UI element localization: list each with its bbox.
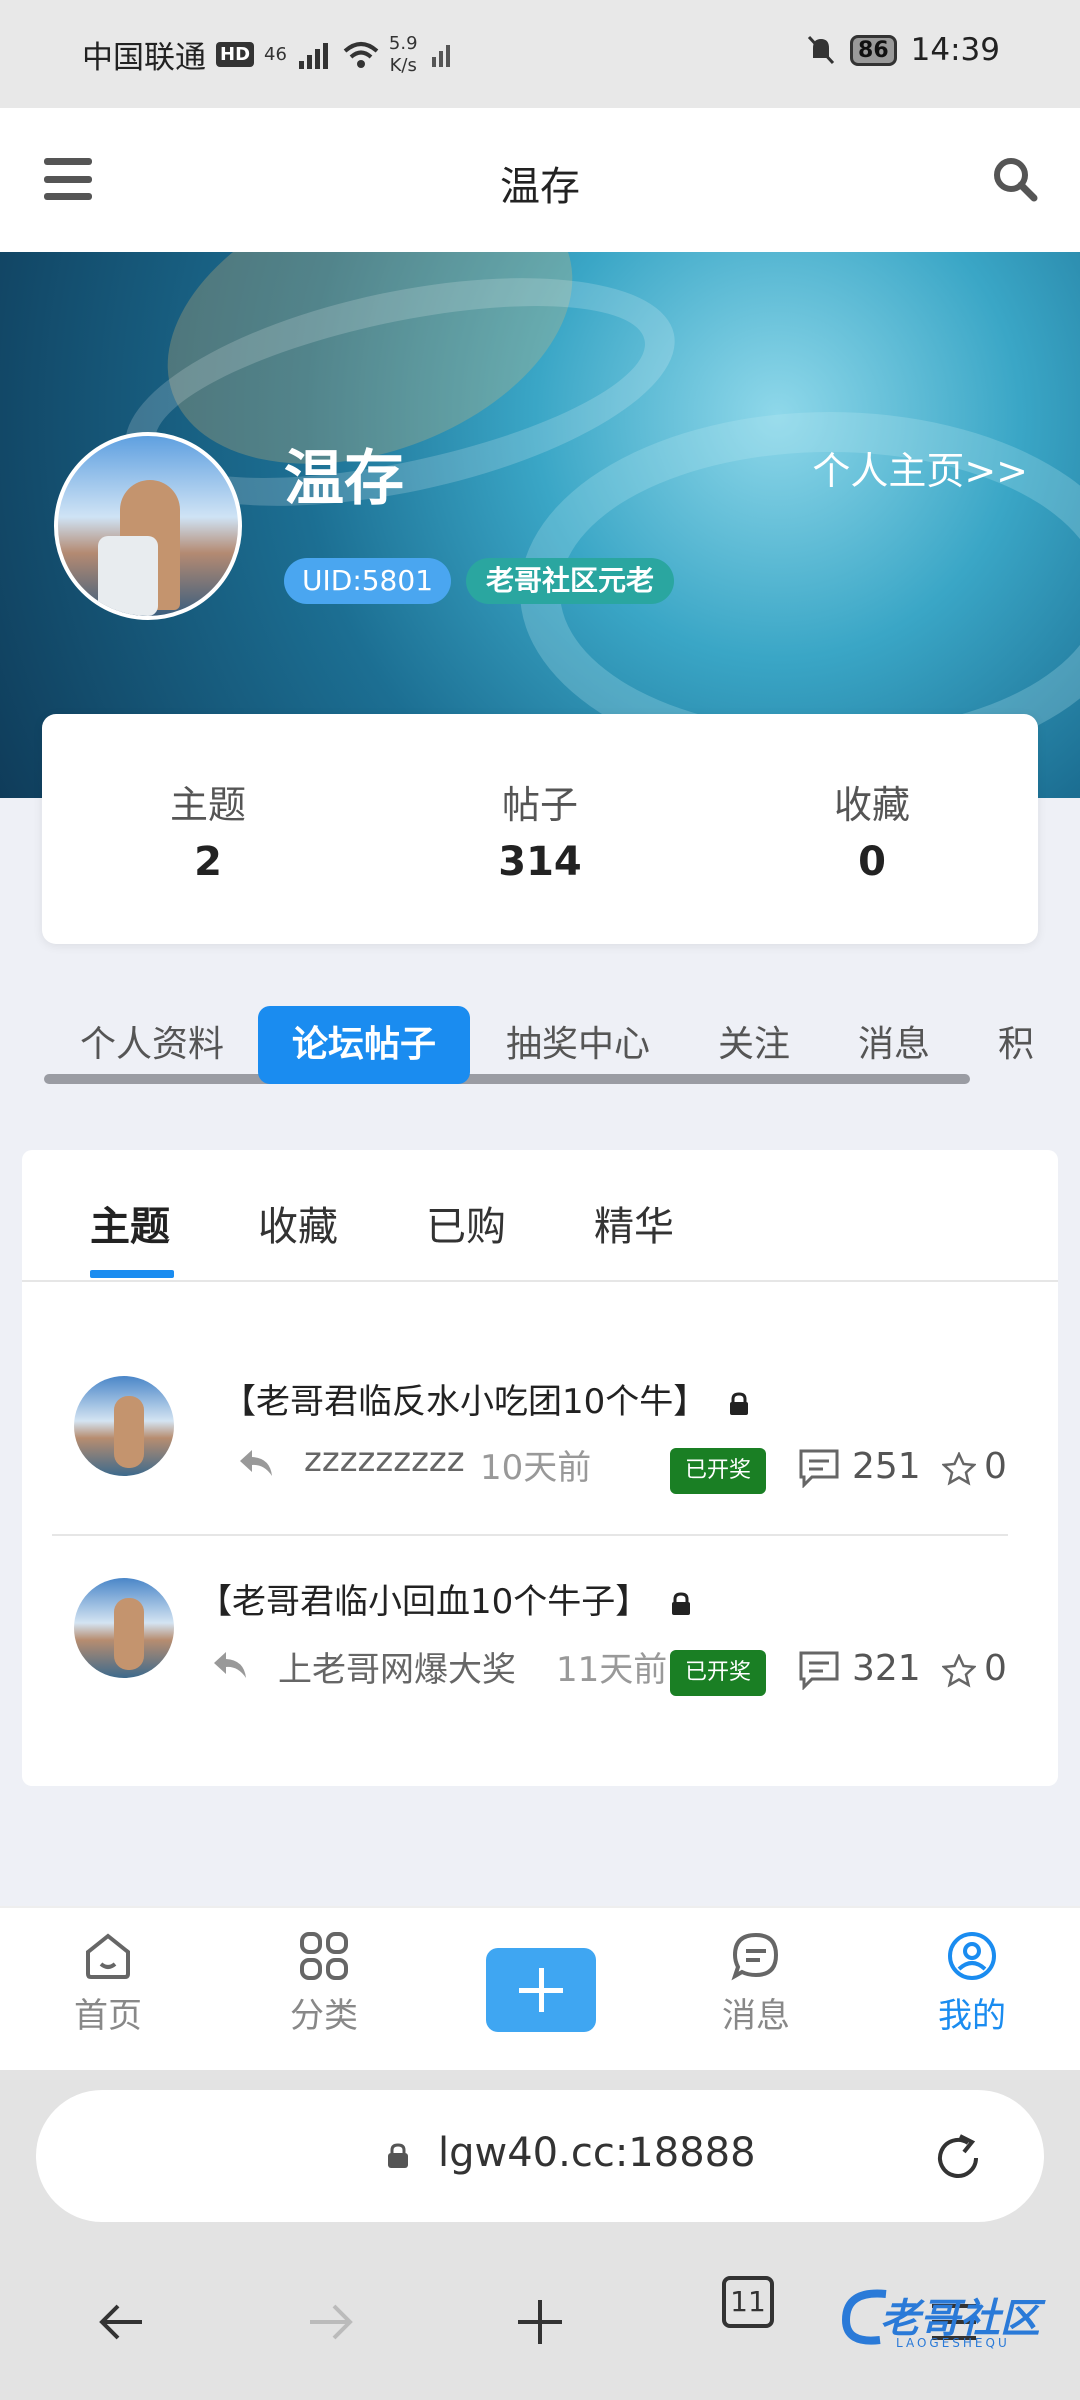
lock-icon bbox=[388, 2143, 408, 2168]
stats-card: 主题 2 帖子 314 收藏 0 bbox=[42, 714, 1038, 944]
reply-icon bbox=[240, 1450, 272, 1476]
reload-icon[interactable] bbox=[930, 2130, 986, 2186]
nav-label: 消息 bbox=[722, 1996, 790, 2036]
status-right: 86 14:39 bbox=[806, 32, 1000, 68]
post-title[interactable]: 【老哥君临反水小吃团10个牛】 bbox=[222, 1374, 750, 1423]
bottom-nav: 首页 分类 消息 我的 bbox=[0, 1906, 1080, 2070]
tab-lottery-center[interactable]: 抽奖中心 bbox=[506, 1006, 650, 1084]
watermark-logo: 老哥社区 LAOGESHEQU bbox=[836, 2280, 1066, 2360]
rank-badge: 老哥社区元老 bbox=[466, 558, 675, 604]
user-icon bbox=[948, 1932, 996, 1980]
home-icon bbox=[86, 1933, 130, 1979]
subtab-indicator bbox=[90, 1270, 174, 1278]
homepage-link[interactable]: 个人主页>> bbox=[812, 440, 1028, 495]
forward-icon[interactable] bbox=[300, 2292, 360, 2352]
speed-unit: K/s bbox=[389, 54, 417, 76]
nav-label: 我的 bbox=[938, 1996, 1006, 2036]
post-author[interactable]: 上老哥网爆大奖 bbox=[278, 1642, 516, 1691]
post-time: 10天前 bbox=[480, 1448, 592, 1488]
network-type-label: 46 bbox=[264, 44, 287, 65]
stat-favorites[interactable]: 收藏 0 bbox=[706, 714, 1038, 944]
hd-icon: HD bbox=[216, 42, 255, 67]
stat-value: 2 bbox=[194, 839, 222, 885]
lock-icon bbox=[672, 1591, 691, 1615]
comment-icon bbox=[799, 1449, 839, 1488]
post-title-text: 【老哥君临小回血10个牛子】 bbox=[198, 1582, 650, 1622]
post-title[interactable]: 【老哥君临小回血10个牛子】 bbox=[198, 1574, 692, 1623]
stat-posts[interactable]: 帖子 314 bbox=[374, 714, 706, 944]
status-badge: 已开奖 bbox=[670, 1650, 766, 1696]
add-post-button[interactable] bbox=[486, 1948, 596, 2032]
subtab-favorites[interactable]: 收藏 bbox=[258, 1194, 338, 1252]
profile-tabs: 个人资料 论坛帖子 抽奖中心 关注 消息 积 bbox=[44, 1006, 1080, 1096]
stat-value: 0 bbox=[858, 839, 886, 885]
lock-icon bbox=[730, 1391, 749, 1415]
nav-messages[interactable]: 消息 bbox=[686, 1930, 826, 2037]
status-badge: 已开奖 bbox=[670, 1448, 766, 1494]
post-avatar[interactable] bbox=[74, 1376, 174, 1476]
subtabs: 主题 收藏 已购 精华 bbox=[22, 1150, 1058, 1282]
clock: 14:39 bbox=[910, 32, 1000, 68]
subtab-purchased[interactable]: 已购 bbox=[426, 1194, 506, 1252]
url-text: lgw40.cc:18888 bbox=[438, 2130, 756, 2176]
search-icon[interactable] bbox=[992, 156, 1038, 202]
tab-count-button[interactable]: 11 bbox=[722, 2276, 774, 2328]
carrier-label: 中国联通 bbox=[82, 40, 206, 76]
status-left: 中国联通 HD 46 5.9 K/s bbox=[82, 32, 458, 77]
uid-badge: UID:5801 bbox=[284, 558, 452, 604]
nav-me[interactable]: 我的 bbox=[902, 1930, 1042, 2037]
status-bar: 中国联通 HD 46 5.9 K/s 86 14:39 bbox=[0, 0, 1080, 108]
favorite-count: 0 bbox=[984, 1446, 1007, 1487]
post-divider bbox=[52, 1534, 1008, 1536]
logo-subtext: LAOGESHEQU bbox=[896, 2336, 1010, 2350]
message-icon bbox=[731, 1932, 779, 1981]
signal-secondary-icon bbox=[431, 44, 450, 67]
stat-topics[interactable]: 主题 2 bbox=[42, 714, 374, 944]
nav-home[interactable]: 首页 bbox=[38, 1930, 178, 2037]
tab-points[interactable]: 积 bbox=[998, 1006, 1034, 1084]
network-speed: 5.9 K/s bbox=[389, 33, 418, 77]
page-title: 温存 bbox=[500, 164, 580, 210]
post-author[interactable]: zzzzzzzzz bbox=[304, 1440, 465, 1480]
stat-label: 主题 bbox=[169, 783, 246, 827]
nav-label: 首页 bbox=[74, 1996, 142, 2036]
comment-count: 321 bbox=[852, 1648, 921, 1689]
mute-bell-icon bbox=[807, 35, 835, 65]
post-avatar[interactable] bbox=[74, 1578, 174, 1678]
back-icon[interactable] bbox=[92, 2292, 152, 2352]
star-icon[interactable] bbox=[942, 1452, 976, 1486]
post-title-text: 【老哥君临反水小吃团10个牛】 bbox=[222, 1382, 708, 1422]
tab-forum-posts[interactable]: 论坛帖子 bbox=[258, 1006, 471, 1084]
wifi-icon bbox=[343, 41, 379, 68]
subtab-featured[interactable]: 精华 bbox=[594, 1194, 674, 1252]
subtab-topics[interactable]: 主题 bbox=[90, 1194, 170, 1252]
post-time: 11天前 bbox=[556, 1650, 668, 1690]
nav-label: 分类 bbox=[290, 1996, 358, 2036]
tab-profile-info[interactable]: 个人资料 bbox=[80, 1006, 224, 1084]
favorite-count: 0 bbox=[984, 1648, 1007, 1689]
tab-following[interactable]: 关注 bbox=[718, 1006, 790, 1084]
new-tab-icon[interactable] bbox=[510, 2292, 570, 2352]
battery-icon: 86 bbox=[850, 34, 897, 66]
comment-count: 251 bbox=[852, 1446, 921, 1487]
url-bar[interactable]: lgw40.cc:18888 bbox=[36, 2090, 1044, 2222]
tab-messages[interactable]: 消息 bbox=[858, 1006, 930, 1084]
nav-categories[interactable]: 分类 bbox=[254, 1930, 394, 2037]
grid-icon bbox=[300, 1932, 348, 1980]
app-header: 温存 bbox=[0, 108, 1080, 252]
profile-name: 温存 bbox=[284, 444, 404, 514]
star-icon[interactable] bbox=[942, 1654, 976, 1688]
stat-label: 帖子 bbox=[501, 783, 578, 827]
signal-icon bbox=[298, 42, 328, 69]
comment-icon bbox=[799, 1651, 839, 1690]
speed-value: 5.9 bbox=[388, 32, 418, 54]
avatar[interactable] bbox=[54, 432, 242, 620]
reply-icon bbox=[214, 1652, 246, 1678]
stat-label: 收藏 bbox=[833, 783, 910, 827]
stat-value: 314 bbox=[498, 839, 582, 885]
